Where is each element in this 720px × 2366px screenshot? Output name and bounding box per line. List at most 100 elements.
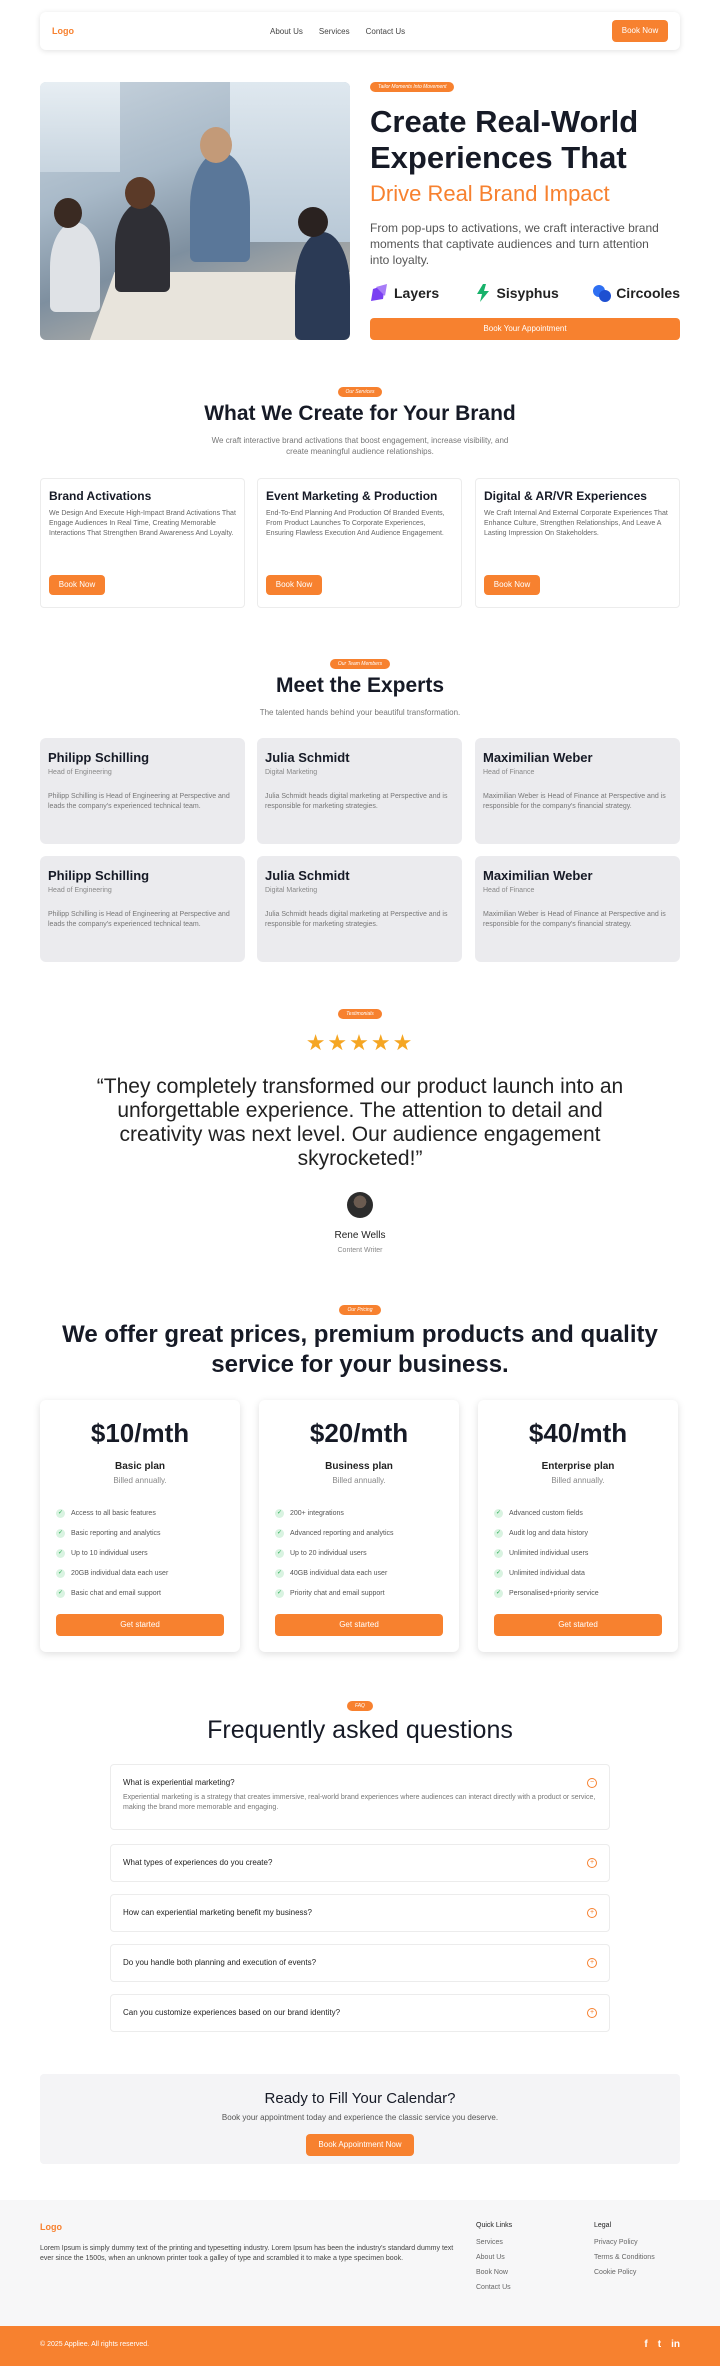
facebook-icon[interactable]: f [644, 2339, 647, 2350]
services-title: What We Create for Your Brand [204, 402, 516, 425]
nav-book-now-button[interactable]: Book Now [612, 20, 668, 42]
faq-tag: FAQ [347, 1701, 373, 1711]
member-name: Philipp Schilling [48, 868, 150, 883]
book-appointment-button[interactable]: Book Your Appointment [370, 318, 680, 340]
faq-question[interactable]: What types of experiences do you create? [111, 1845, 609, 1881]
team-card: Philipp Schilling Head of Engineering Ph… [40, 738, 245, 844]
service-book-now-button[interactable]: Book Now [49, 575, 105, 595]
check-icon: ✓ [275, 1508, 284, 1518]
brand-circooles: Circooles [592, 283, 680, 303]
footer-link-terms[interactable]: Terms & Conditions [594, 2254, 655, 2261]
logo[interactable]: Logo [52, 26, 74, 36]
pricing-card: $40/mth Enterprise plan Billed annually.… [478, 1400, 678, 1652]
faq-item[interactable]: Do you handle both planning and executio… [110, 1944, 610, 1982]
page: Logo About Us Services Contact Us Book N… [0, 0, 720, 2366]
pricing-tag: Our Pricing [339, 1305, 381, 1315]
member-role: Digital Marketing [265, 769, 318, 776]
linkedin-icon[interactable]: in [671, 2339, 680, 2350]
testimonial-role: Content Writer [337, 1247, 383, 1254]
hero-title-accent: Drive Real Brand Impact [370, 181, 610, 206]
brand-layers: Layers [370, 283, 439, 303]
service-book-now-button[interactable]: Book Now [266, 575, 322, 595]
pricing-card: $10/mth Basic plan Billed annually. ✓ Acc… [40, 1400, 240, 1652]
team-tag: Our Team Members [329, 659, 391, 669]
check-icon: ✓ [494, 1588, 503, 1598]
get-started-button[interactable]: Get started [494, 1614, 662, 1636]
plan-price: $10/mth [90, 1418, 190, 1448]
faq-title: Frequently asked questions [207, 1716, 513, 1744]
hero-title: Create Real-World Experiences That [370, 104, 639, 175]
get-started-button[interactable]: Get started [56, 1614, 224, 1636]
check-icon: ✓ [56, 1588, 65, 1598]
hero-description: From pop-ups to activations, we craft in… [370, 221, 659, 267]
sisyphus-logo-icon [476, 284, 489, 302]
service-description: We Design And Execute High-Impact Brand … [49, 510, 236, 537]
faq-question[interactable]: Do you handle both planning and executio… [111, 1945, 609, 1981]
service-title: Brand Activations [49, 489, 152, 503]
footer-description: Lorem Ipsum is simply dummy text of the … [40, 2245, 454, 2262]
member-role: Head of Engineering [48, 769, 112, 776]
footer-link-privacy[interactable]: Privacy Policy [594, 2239, 655, 2246]
member-role: Head of Finance [483, 887, 535, 894]
plan-billing: Billed annually. [332, 1476, 386, 1485]
check-icon: ✓ [494, 1548, 503, 1558]
footer-link-about[interactable]: About Us [476, 2254, 512, 2261]
service-card: Brand Activations We Design And Execute … [40, 478, 245, 608]
services-tag: Our Services [337, 387, 383, 397]
footer-logo[interactable]: Logo [40, 2222, 62, 2232]
expand-icon[interactable]: + [587, 1958, 597, 1968]
member-bio: Maximilian Weber is Head of Finance at P… [483, 793, 666, 810]
quick-links: Quick Links Services About Us Book Now C… [476, 2222, 512, 2299]
get-started-button[interactable]: Get started [275, 1614, 443, 1636]
member-bio: Maximilian Weber is Head of Finance at P… [483, 911, 666, 928]
member-name: Julia Schmidt [265, 868, 350, 883]
nav-link-contact[interactable]: Contact Us [366, 27, 406, 36]
pricing-card: $20/mth Business plan Billed annually. ✓… [259, 1400, 459, 1652]
expand-icon[interactable]: + [587, 1858, 597, 1868]
faq-question[interactable]: Can you customize experiences based on o… [111, 1995, 609, 2031]
team-card: Julia Schmidt Digital Marketing Julia Sc… [257, 856, 462, 962]
expand-icon[interactable]: + [587, 2008, 597, 2018]
layers-logo-icon [371, 284, 387, 301]
plan-price: $40/mth [528, 1418, 628, 1448]
services-subtitle: We craft interactive brand activations t… [211, 436, 509, 456]
faq-item[interactable]: How can experiential marketing benefit m… [110, 1894, 610, 1932]
footer-link-book[interactable]: Book Now [476, 2269, 512, 2276]
check-icon: ✓ [56, 1508, 65, 1518]
testimonial-name: Rene Wells [334, 1230, 386, 1241]
service-description: We Craft Internal And External Corporate… [484, 510, 668, 537]
team-card: Philipp Schilling Head of Engineering Ph… [40, 856, 245, 962]
service-card: Digital & AR/VR Experiences We Craft Int… [475, 478, 680, 608]
nav-link-services[interactable]: Services [319, 27, 350, 36]
service-title: Digital & AR/VR Experiences [484, 489, 647, 503]
cta-banner: Ready to Fill Your Calendar? Book your a… [40, 2074, 680, 2164]
team-title: Meet the Experts [275, 674, 445, 697]
check-icon: ✓ [275, 1568, 284, 1578]
footer-link-services[interactable]: Services [476, 2239, 512, 2246]
member-role: Head of Engineering [48, 887, 112, 894]
service-title: Event Marketing & Production [266, 489, 438, 503]
check-icon: ✓ [275, 1588, 284, 1598]
footer-link-contact[interactable]: Contact Us [476, 2284, 512, 2291]
member-role: Digital Marketing [265, 887, 318, 894]
collapse-icon[interactable]: − [587, 1778, 597, 1788]
cta-text: Book your appointment today and experien… [221, 2113, 499, 2122]
expand-icon[interactable]: + [587, 1908, 597, 1918]
brand-logos: Layers Sisyphus Circooles [370, 283, 680, 303]
book-appointment-now-button[interactable]: Book Appointment Now [306, 2134, 414, 2156]
twitter-icon[interactable]: t [658, 2339, 661, 2350]
nav-link-about[interactable]: About Us [270, 27, 303, 36]
faq-item[interactable]: What is experiential marketing? − Experi… [110, 1764, 610, 1830]
faq-item[interactable]: Can you customize experiences based on o… [110, 1994, 610, 2032]
feature-item: ✓ 40GB individual data each user [275, 1568, 388, 1578]
faq-item[interactable]: What types of experiences do you create?… [110, 1844, 610, 1882]
feature-item: ✓ Access to all basic features [56, 1508, 156, 1518]
faq-question[interactable]: How can experiential marketing benefit m… [111, 1895, 609, 1931]
faq-answer: Experiential marketing is a strategy tha… [123, 1794, 596, 1811]
legal-links: Legal Privacy Policy Terms & Conditions … [594, 2222, 655, 2284]
feature-list: ✓ Access to all basic features ✓ Basic rep… [40, 1503, 240, 1603]
member-name: Julia Schmidt [265, 750, 350, 765]
testimonial-tag: Testimonials [338, 1009, 382, 1019]
footer-link-cookie[interactable]: Cookie Policy [594, 2269, 655, 2276]
service-book-now-button[interactable]: Book Now [484, 575, 540, 595]
